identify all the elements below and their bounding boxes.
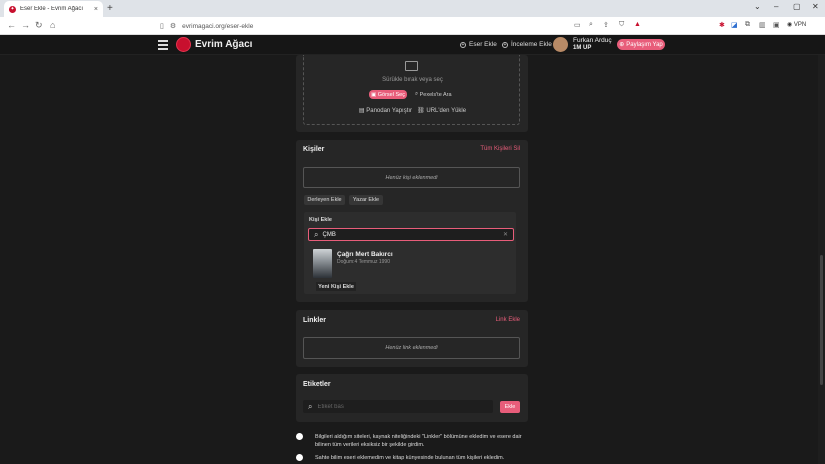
image-drop-zone[interactable]: Sürükle bırak veya seç ▣ Görsel Seç ⌕ Pe… bbox=[303, 55, 520, 125]
add-link-link[interactable]: Link Ekle bbox=[496, 317, 520, 323]
new-person-button[interactable]: Yeni Kişi Ekle bbox=[316, 282, 356, 291]
image-upload-card: Sürükle bırak veya seç ▣ Görsel Seç ⌕ Pe… bbox=[296, 55, 528, 132]
site-favicon-icon: ✦ bbox=[9, 5, 16, 13]
people-empty-box: Henüz kişi eklenmedi bbox=[303, 167, 520, 188]
image-icon: ▣ bbox=[371, 91, 378, 98]
links-empty-box: Henüz link eklenmedi bbox=[303, 337, 520, 359]
avatar[interactable] bbox=[553, 37, 568, 52]
paste-button[interactable]: ▤ Panodan Yapıştır bbox=[359, 108, 412, 114]
paste-row: ▤ Panodan Yapıştır ⛓ URL'den Yükle bbox=[304, 107, 521, 114]
nav-inceleme-ekle[interactable]: + İnceleme Ekle bbox=[502, 41, 552, 48]
zoom-icon[interactable]: ⌕ bbox=[589, 21, 593, 29]
close-window-icon[interactable]: ✕ bbox=[812, 2, 819, 11]
share-icon[interactable]: ⇪ bbox=[603, 21, 609, 29]
person-photo bbox=[313, 249, 332, 278]
search-icon: ⌕ bbox=[314, 229, 319, 239]
search-result-item[interactable]: Çağrı Mert Bakırcı Doğum:4 Temmuz 1990 bbox=[312, 249, 512, 279]
tag-input-field[interactable] bbox=[317, 403, 488, 410]
alert-icon[interactable]: ▲ bbox=[634, 21, 641, 28]
tab-add-compiler[interactable]: Derleyen Ekle bbox=[304, 195, 345, 205]
clear-icon[interactable]: ✕ bbox=[503, 231, 508, 238]
tags-title: Etiketler bbox=[303, 381, 331, 388]
confirm-authors-text: Sahte bilim eseri eklemedim ve kitap kün… bbox=[315, 455, 505, 461]
reload-icon[interactable]: ↻ bbox=[35, 20, 43, 31]
image-icon bbox=[405, 61, 418, 71]
back-icon[interactable]: ← bbox=[7, 20, 16, 30]
confirm-sources-text: Bilgileri aldığım siteleri, kaynak nitel… bbox=[315, 434, 522, 448]
links-card: Linkler Link Ekle Henüz link eklenmedi bbox=[296, 310, 528, 367]
site-header: Evrim Ağacı + Eser Ekle + İnceleme Ekle … bbox=[0, 35, 825, 55]
people-empty-text: Henüz kişi eklenmedi bbox=[385, 174, 438, 181]
close-tab-icon[interactable]: × bbox=[94, 6, 98, 13]
person-search-input[interactable]: ⌕ ÇMB ✕ bbox=[308, 228, 514, 241]
home-icon[interactable]: ⌂ bbox=[50, 20, 55, 30]
bookmark-icon[interactable]: ▯ bbox=[160, 22, 164, 30]
vpn-button[interactable]: ◉ VPN bbox=[787, 21, 806, 28]
search-icon: ⌕ bbox=[308, 401, 313, 411]
result-birth: Doğum:4 Temmuz 1990 bbox=[337, 259, 390, 265]
people-title: Kişiler bbox=[303, 146, 325, 153]
pick-image-label: Görsel Seç bbox=[377, 91, 405, 98]
user-points: 1M UP bbox=[573, 45, 592, 51]
logo-text[interactable]: Evrim Ağacı bbox=[195, 39, 252, 50]
shield-icon[interactable]: ⛉ bbox=[619, 21, 624, 29]
paste-label: Panodan Yapıştır bbox=[366, 108, 413, 114]
sidebar-icon[interactable]: ▥ bbox=[759, 21, 766, 29]
menu-icon[interactable] bbox=[158, 40, 168, 52]
browser-tabbar: ✦ Eser Ekle - Evrim Ağacı × + ⌄ – ▢ ✕ bbox=[0, 0, 825, 17]
tab-title: Eser Ekle - Evrim Ağacı bbox=[20, 6, 84, 12]
tab-add-author[interactable]: Yazar Ekle bbox=[349, 195, 383, 205]
cast-icon[interactable]: ▭ bbox=[574, 21, 581, 29]
browser-tab[interactable]: ✦ Eser Ekle - Evrim Ağacı × bbox=[4, 1, 103, 17]
vpn-label: VPN bbox=[793, 22, 807, 28]
forward-icon[interactable]: → bbox=[21, 20, 30, 30]
pexels-search-button[interactable]: ⌕ Pexels'te Ara bbox=[415, 90, 452, 99]
url-field[interactable]: ▯ ⚙ evrimagaci.org/eser-ekle bbox=[160, 19, 560, 33]
url-text: evrimagaci.org/eser-ekle bbox=[182, 22, 254, 30]
extension-icon[interactable]: ✱ bbox=[719, 21, 725, 29]
drop-text: Sürükle bırak veya seç bbox=[382, 77, 443, 83]
user-menu[interactable]: Furkan Arduç 1M UP bbox=[573, 37, 612, 52]
translate-icon[interactable]: ◪ bbox=[731, 21, 738, 29]
url-upload-label: URL'den Yükle bbox=[426, 108, 467, 114]
pick-image-button[interactable]: ▣ Görsel Seç bbox=[369, 90, 407, 99]
minimize-icon[interactable]: – bbox=[774, 2, 778, 11]
nav-eser-ekle[interactable]: + Eser Ekle bbox=[460, 41, 497, 48]
confirm-sources-radio[interactable] bbox=[296, 433, 303, 440]
result-name: Çağrı Mert Bakırcı bbox=[337, 251, 393, 258]
confirm-authors-row[interactable]: Sahte bilim eseri eklemedim ve kitap kün… bbox=[296, 454, 525, 462]
logo-icon[interactable] bbox=[176, 37, 191, 52]
chevron-down-icon[interactable]: ⌄ bbox=[754, 2, 761, 11]
remove-all-people-link[interactable]: Tüm Kişileri Sil bbox=[480, 146, 520, 152]
plus-circle-icon: ⊕ bbox=[619, 42, 625, 48]
links-title: Linkler bbox=[303, 317, 326, 324]
new-tab-icon[interactable]: + bbox=[107, 3, 113, 14]
maximize-icon[interactable]: ▢ bbox=[793, 2, 801, 11]
plus-circle-icon: + bbox=[502, 41, 508, 48]
add-tag-button[interactable]: Ekle bbox=[500, 401, 520, 413]
wallet-icon[interactable]: ▣ bbox=[773, 21, 780, 29]
extensions-icon[interactable]: ⧉ bbox=[745, 21, 750, 29]
add-person-panel: Kişi Ekle ⌕ ÇMB ✕ Çağrı Mert Bakırcı Doğ… bbox=[304, 212, 516, 294]
pexels-label: Pexels'te Ara bbox=[419, 91, 452, 98]
tag-input[interactable]: ⌕ bbox=[303, 400, 493, 413]
url-upload-button[interactable]: ⛓ URL'den Yükle bbox=[417, 108, 466, 114]
links-empty-text: Henüz link eklenmedi bbox=[385, 345, 438, 351]
scrollbar[interactable] bbox=[818, 55, 825, 464]
nav-label: Eser Ekle bbox=[469, 41, 497, 48]
plus-circle-icon: + bbox=[460, 41, 466, 48]
address-bar: ← → ↻ ⌂ ▯ ⚙ evrimagaci.org/eser-ekle ▭ ⌕… bbox=[0, 17, 825, 35]
tags-card: Etiketler ⌕ Ekle bbox=[296, 374, 528, 422]
add-person-label: Kişi Ekle bbox=[309, 217, 332, 223]
person-search-value[interactable]: ÇMB bbox=[322, 232, 498, 238]
confirm-authors-radio[interactable] bbox=[296, 454, 303, 461]
scrollbar-thumb[interactable] bbox=[820, 255, 823, 385]
share-post-button[interactable]: ⊕ Paylaşım Yap bbox=[617, 39, 665, 50]
share-label: Paylaşım Yap bbox=[626, 41, 663, 48]
user-name: Furkan Arduç bbox=[573, 37, 612, 44]
confirm-sources-row[interactable]: Bilgileri aldığım siteleri, kaynak nitel… bbox=[296, 433, 525, 449]
site-settings-icon[interactable]: ⚙ bbox=[170, 22, 176, 30]
nav-label: İnceleme Ekle bbox=[511, 41, 552, 48]
